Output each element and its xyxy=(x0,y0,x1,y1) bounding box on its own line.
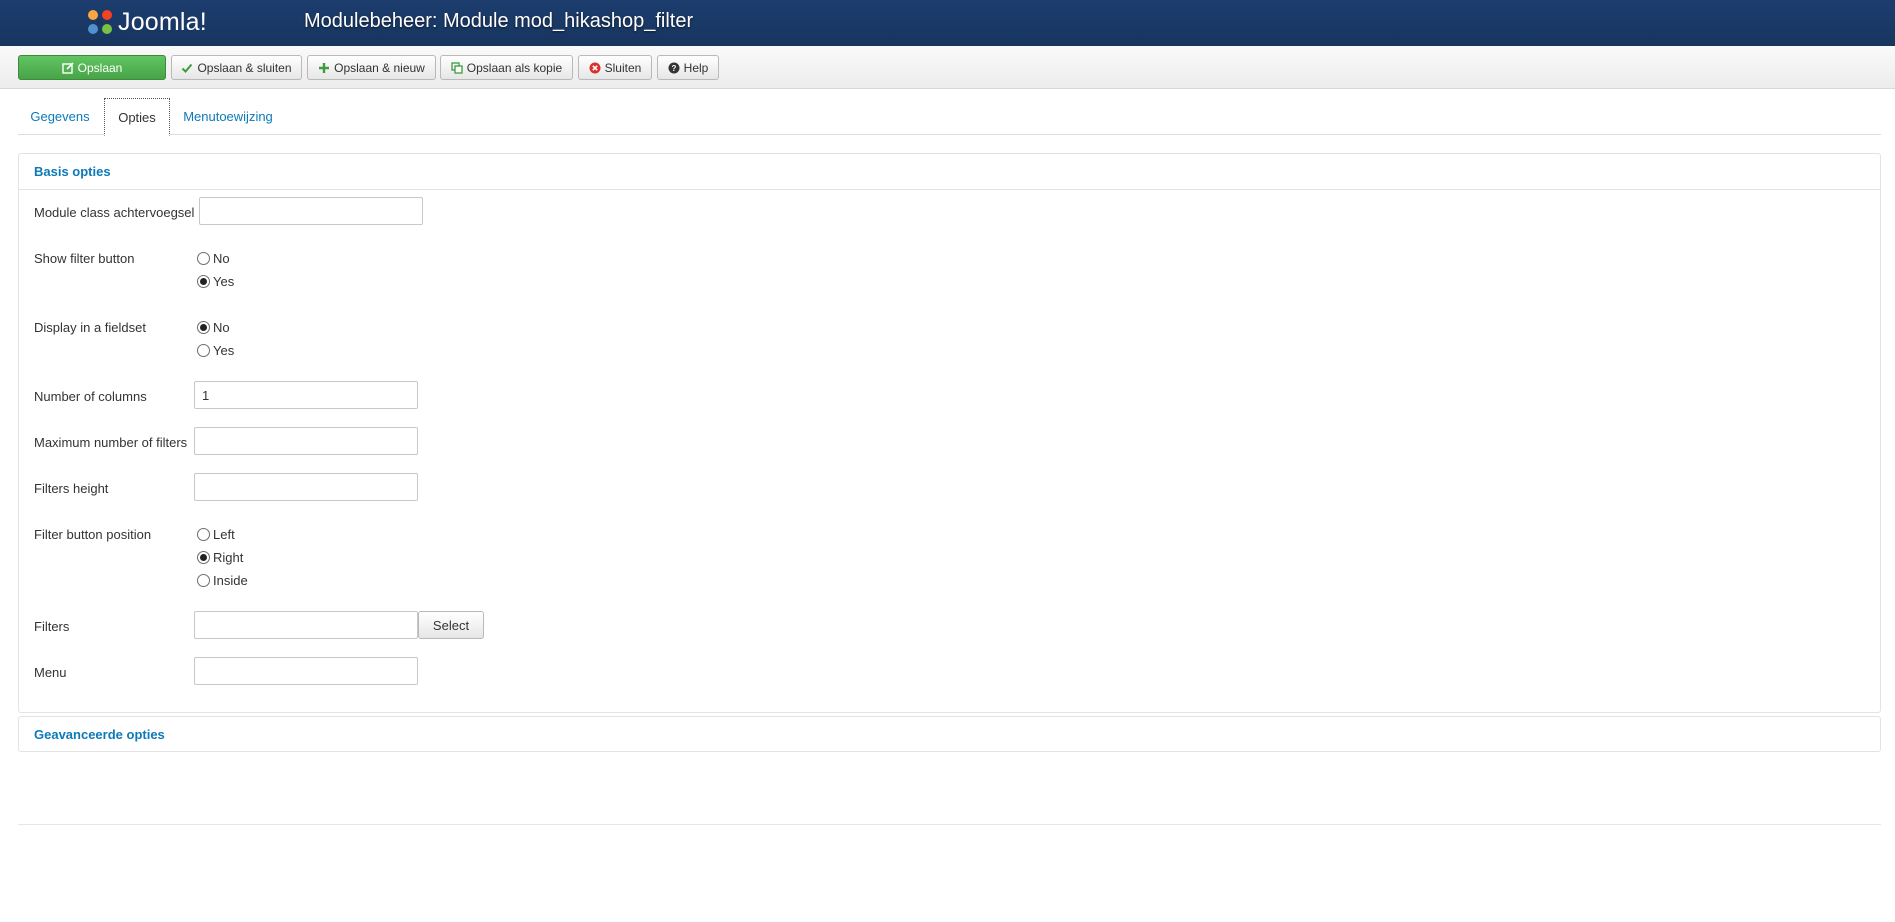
toolbar: Opslaan Opslaan & sluiten Opslaan & nieu… xyxy=(0,46,1895,89)
cancel-circle-icon xyxy=(589,62,601,74)
tab-opties[interactable]: Opties xyxy=(104,98,170,136)
filters-height-input[interactable] xyxy=(194,473,418,501)
close-label: Sluiten xyxy=(604,60,642,75)
module-class-label: Module class achtervoegsel xyxy=(34,205,195,220)
check-icon xyxy=(181,62,193,74)
menu-label: Menu xyxy=(34,665,67,680)
save-button[interactable]: Opslaan xyxy=(18,55,166,80)
num-columns-label: Number of columns xyxy=(34,389,147,404)
radio-checked-icon xyxy=(197,321,210,334)
joomla-logo-icon xyxy=(88,10,112,34)
filters-select-button[interactable]: Select xyxy=(418,611,484,639)
joomla-logo[interactable]: Joomla! xyxy=(84,4,207,40)
help-label: Help xyxy=(683,60,709,75)
save-close-label: Opslaan & sluiten xyxy=(197,60,292,75)
num-columns-input[interactable] xyxy=(194,381,418,409)
option-label: Yes xyxy=(213,343,235,358)
filter-position-inside[interactable]: Inside xyxy=(197,573,248,588)
save-close-button[interactable]: Opslaan & sluiten xyxy=(171,55,302,80)
module-class-input[interactable] xyxy=(199,197,423,225)
option-label: Right xyxy=(213,550,244,565)
filter-position-right[interactable]: Right xyxy=(197,550,243,565)
save-new-button[interactable]: Opslaan & nieuw xyxy=(307,55,436,80)
save-copy-label: Opslaan als kopie xyxy=(466,60,563,75)
help-button[interactable]: ? Help xyxy=(657,55,719,80)
radio-checked-icon xyxy=(197,275,210,288)
show-filter-button-yes[interactable]: Yes xyxy=(197,274,234,289)
display-fieldset-yes[interactable]: Yes xyxy=(197,343,234,358)
display-fieldset-label: Display in a fieldset xyxy=(34,320,146,335)
option-label: Left xyxy=(213,527,235,542)
save-new-label: Opslaan & nieuw xyxy=(334,60,425,75)
option-label: Yes xyxy=(213,274,235,289)
tab-gegevens[interactable]: Gegevens xyxy=(18,98,102,135)
advanced-options-header[interactable]: Geavanceerde opties xyxy=(19,717,1880,751)
advanced-options-panel: Geavanceerde opties xyxy=(18,716,1881,752)
radio-icon xyxy=(197,252,210,265)
save-button-label: Opslaan xyxy=(77,60,123,75)
top-header: Joomla! Modulebeheer: Module mod_hikasho… xyxy=(0,0,1895,46)
radio-icon xyxy=(197,574,210,587)
basic-options-body: Module class achtervoegsel Show filter b… xyxy=(19,189,1880,713)
close-button[interactable]: Sluiten xyxy=(578,55,652,80)
show-filter-button-label: Show filter button xyxy=(34,251,135,266)
radio-icon xyxy=(197,528,210,541)
filter-button-position-label: Filter button position xyxy=(34,527,152,542)
basic-options-header[interactable]: Basis opties xyxy=(19,154,1880,189)
max-filters-label: Maximum number of filters xyxy=(34,435,188,450)
copy-icon xyxy=(451,61,463,74)
logo-text: Joomla! xyxy=(118,7,207,36)
option-label: No xyxy=(213,320,230,335)
option-label: Inside xyxy=(213,573,248,588)
tab-menutoewijzing[interactable]: Menutoewijzing xyxy=(174,98,282,135)
radio-icon xyxy=(197,344,210,357)
bottom-divider xyxy=(18,824,1881,825)
menu-input[interactable] xyxy=(194,657,418,685)
plus-icon xyxy=(318,62,330,74)
display-fieldset-no[interactable]: No xyxy=(197,320,230,335)
edit-icon xyxy=(61,61,74,74)
basic-options-panel: Basis opties Module class achtervoegsel … xyxy=(18,153,1881,713)
show-filter-button-no[interactable]: No xyxy=(197,251,230,266)
filters-input[interactable] xyxy=(194,611,418,639)
filters-height-label: Filters height xyxy=(34,481,109,496)
max-filters-input[interactable] xyxy=(194,427,418,455)
svg-text:?: ? xyxy=(671,64,676,73)
save-copy-button[interactable]: Opslaan als kopie xyxy=(440,55,573,80)
page-title: Modulebeheer: Module mod_hikashop_filter xyxy=(304,10,694,32)
radio-checked-icon xyxy=(197,551,210,564)
question-icon: ? xyxy=(668,62,680,74)
tab-bar: Gegevens Opties Menutoewijzing xyxy=(18,98,1881,136)
filters-label: Filters xyxy=(34,619,70,634)
filter-position-left[interactable]: Left xyxy=(197,527,235,542)
option-label: No xyxy=(213,251,230,266)
